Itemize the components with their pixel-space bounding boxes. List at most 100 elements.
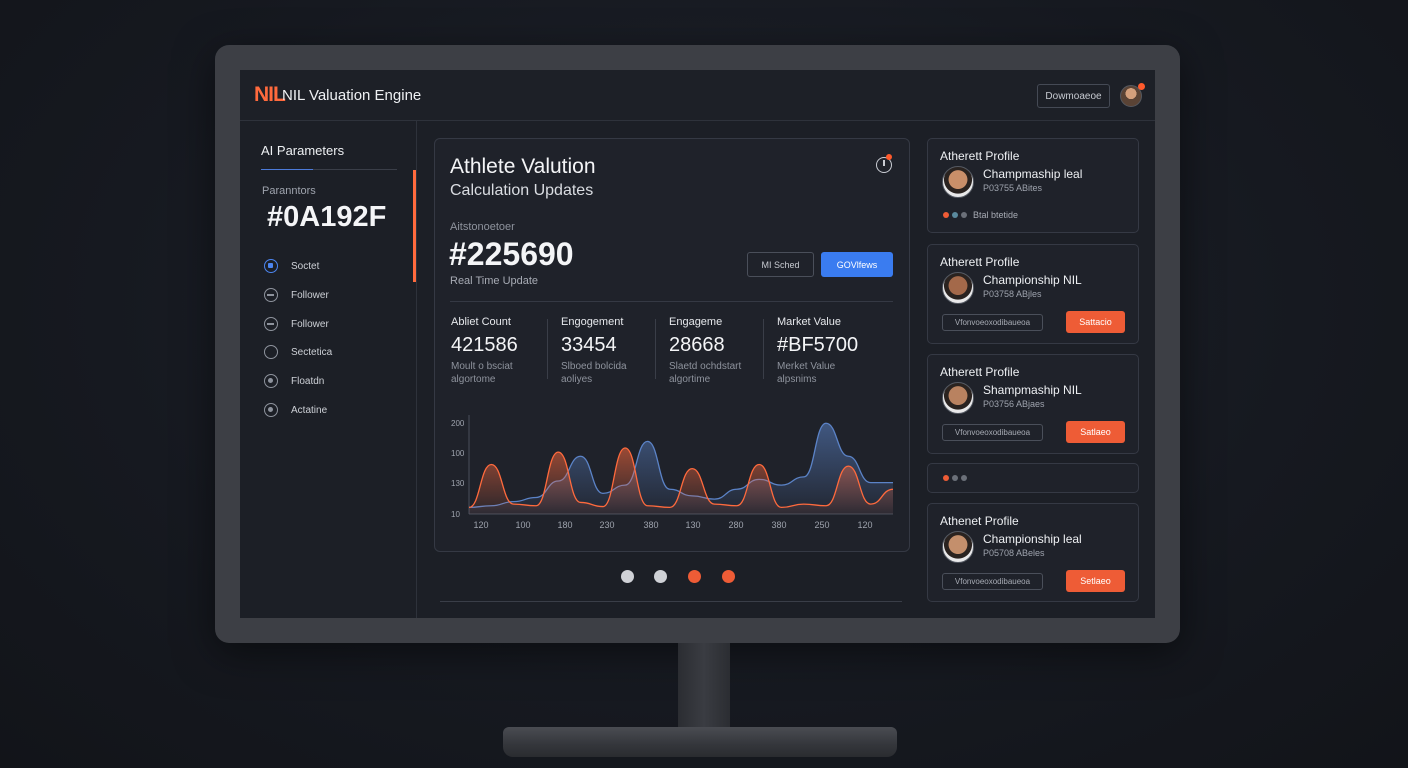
sidebar-item-label: Follower (291, 289, 329, 301)
monitor-stand-base (503, 727, 897, 757)
metric-caption: Real Time Update (450, 275, 539, 287)
profile-heading: Atherett Profile (940, 255, 1020, 269)
bottom-divider (440, 601, 902, 602)
y-tick-label: 100 (451, 449, 465, 458)
monitor-stand-neck (678, 643, 730, 733)
x-tick-label: 100 (515, 520, 531, 530)
x-tick-label: 130 (685, 520, 701, 530)
stat-desc: Merket Value alpsnims (777, 361, 836, 385)
sidebar-item-follower[interactable]: Follower (264, 286, 329, 304)
sidebar: AI Parameters Paranntors #0A192F Soctet … (240, 121, 417, 618)
profile-card[interactable]: Athenet Profile Championship leal P05708… (927, 503, 1139, 602)
dot-circle-icon (264, 374, 278, 388)
profile-name: Championship leal (983, 532, 1082, 546)
x-tick-label: 230 (599, 520, 615, 530)
sidebar-title: AI Parameters (261, 143, 345, 158)
athlete-avatar (942, 382, 974, 414)
overview-button[interactable]: GOVlfews (821, 252, 893, 277)
profile-subtitle: P03758 ABjles (983, 289, 1042, 299)
stat-divider (547, 319, 548, 379)
profile-name: Shampmaship NIL (983, 383, 1082, 397)
dot-circle-icon (264, 403, 278, 417)
sidebar-item-soctet[interactable]: Soctet (264, 257, 319, 275)
status-dot (943, 212, 949, 218)
metric-label: Aitstonoetoer (450, 221, 515, 233)
stat-divider (763, 319, 764, 379)
profile-heading: Athenet Profile (940, 514, 1019, 528)
sidebar-accent-bar (413, 170, 416, 282)
stat-divider (655, 319, 656, 379)
separator-dot (943, 475, 949, 481)
y-tick-label: 130 (451, 479, 465, 488)
schedule-button[interactable]: MI Sched (747, 252, 814, 277)
param-label: Paranntors (262, 185, 316, 197)
stat-desc: Slboed bolcida aoliyes (561, 361, 627, 385)
profile-action-button[interactable]: Sattacio (1066, 311, 1125, 333)
sidebar-item-label: Soctet (291, 260, 320, 272)
sidebar-item-sectetica[interactable]: Sectetica (264, 343, 332, 361)
profile-card[interactable]: Atherett Profile Shampmaship NIL P03756 … (927, 354, 1139, 454)
status-text: Btal btetide (973, 210, 1019, 220)
x-tick-label: 120 (473, 520, 489, 530)
separator-dot (952, 475, 958, 481)
notification-dot (1138, 83, 1145, 90)
profile-action-button[interactable]: Satlaeo (1066, 421, 1125, 443)
status-dot (952, 212, 958, 218)
minus-circle-icon (264, 317, 278, 331)
param-value: #0A192F (267, 201, 387, 233)
profile-field[interactable]: Vfonvoeoxodibaueoa (942, 314, 1043, 331)
circle-icon (264, 345, 278, 359)
sidebar-item-label: Actatine (291, 404, 328, 416)
sidebar-item-floatdn[interactable]: Floatdn (264, 372, 324, 390)
stat-market-value: Market Value #BF5700 Merket Value alpsni… (777, 316, 885, 386)
sidebar-item-label: Sectetica (291, 346, 333, 358)
x-tick-label: 180 (557, 520, 573, 530)
header-button[interactable]: Dowmoaeoe (1037, 84, 1110, 108)
stat-label: Abliet Count (451, 316, 511, 328)
profile-subtitle: P03756 ABjaes (983, 399, 1045, 409)
athlete-avatar (942, 272, 974, 304)
sidebar-title-underline (261, 169, 397, 170)
profile-name: Championship NIL (983, 273, 1082, 287)
profile-field[interactable]: Vfonvoeoxodibaueoa (942, 424, 1043, 441)
sidebar-item-actatine[interactable]: Actatine (264, 401, 327, 419)
separator-dots (943, 475, 970, 481)
app-title: NIL Valuation Engine (282, 87, 422, 104)
y-tick-label: 200 (451, 419, 465, 428)
divider (450, 301, 893, 302)
stat-desc: Slaetd ochdstart algortime (669, 361, 742, 385)
sidebar-item-label: Floatdn (291, 375, 325, 387)
valuation-card: Athlete Valution Calculation Updates Ait… (434, 138, 910, 552)
stat-desc: Moult o bsciat algortome (451, 361, 513, 385)
profile-heading: Atherett Profile (940, 365, 1020, 379)
profile-subtitle: P05708 ABeles (983, 548, 1045, 558)
page-dot-2[interactable] (654, 570, 667, 583)
card-title: Athlete Valution (450, 155, 596, 178)
page-dot-3[interactable] (688, 570, 701, 583)
profile-card[interactable]: Atherett Profile Championship NIL P03758… (927, 244, 1139, 344)
alert-dot (886, 154, 892, 160)
stat-value: #BF5700 (777, 334, 859, 356)
stat-engageme: Engageme 28668 Slaetd ochdstart algortim… (669, 316, 777, 386)
separator-card (927, 463, 1139, 493)
x-tick-label: 380 (643, 520, 659, 530)
square-circle-icon (264, 259, 278, 273)
stat-value: 33454 (561, 334, 617, 356)
x-tick-label: 120 (857, 520, 873, 530)
x-tick-label: 380 (771, 520, 787, 530)
athlete-avatar (942, 531, 974, 563)
stat-label: Engageme (669, 316, 723, 328)
stat-athlete-count: Abliet Count 421586 Moult o bsciat algor… (451, 316, 559, 386)
page-dot-4[interactable] (722, 570, 735, 583)
separator-dot (961, 475, 967, 481)
minus-circle-icon (264, 288, 278, 302)
sidebar-item-follower-2[interactable]: Follower (264, 315, 329, 333)
profile-action-button[interactable]: Setlaeo (1066, 570, 1125, 592)
page-dot-1[interactable] (621, 570, 634, 583)
athlete-avatar (942, 166, 974, 198)
profile-card[interactable]: Atherett Profile Champmaship leal P03755… (927, 138, 1139, 233)
profile-status: Btal btetide (943, 210, 1018, 220)
profile-field[interactable]: Vfonvoeoxodibaueoa (942, 573, 1043, 590)
stat-label: Engogement (561, 316, 624, 328)
profile-heading: Atherett Profile (940, 149, 1020, 163)
